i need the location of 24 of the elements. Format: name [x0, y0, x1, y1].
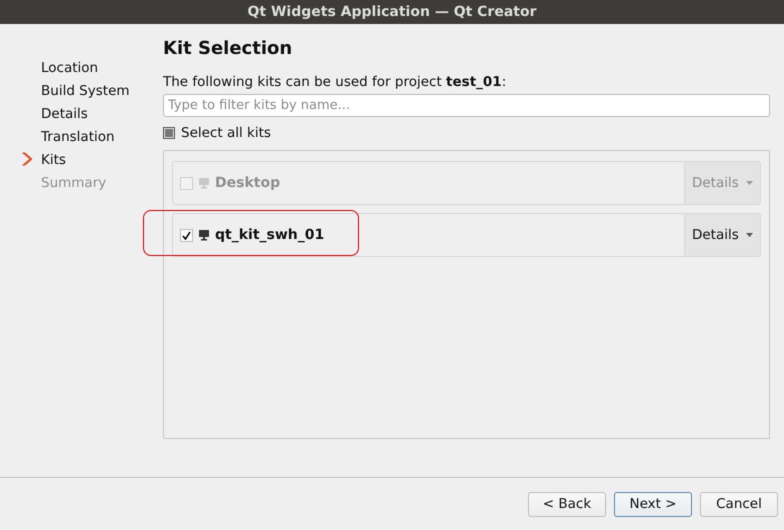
- window-title: Qt Widgets Application — Qt Creator: [248, 4, 536, 20]
- checkbox-label: Select all kits: [181, 125, 271, 141]
- description-text: The following kits can be used for project test_01:: [163, 74, 508, 90]
- caret-icon: [746, 233, 754, 238]
- wizard-button[interactable]: Cancel: [700, 492, 778, 516]
- monitor-icon: [198, 177, 210, 189]
- page-title: Kit Selection: [163, 38, 294, 61]
- filter-field[interactable]: Type to filter kits by name...: [163, 94, 770, 117]
- wizard-button[interactable]: Next >: [614, 492, 692, 516]
- checkbox[interactable]: [180, 228, 193, 242]
- wizard-step: Summary: [41, 174, 106, 190]
- kit-name: qt_kit_swh_01: [215, 227, 324, 243]
- wizard-step: Translation: [41, 128, 115, 144]
- wizard-button[interactable]: < Back: [528, 492, 606, 516]
- chevron-icon: [22, 152, 32, 166]
- wizard-step: Build System: [41, 82, 130, 98]
- wizard-step: Details: [41, 106, 88, 122]
- kit-name: Desktop: [215, 175, 280, 191]
- wizard-step: Kits: [41, 152, 66, 168]
- monitor-icon: [198, 229, 210, 241]
- checkbox[interactable]: [163, 127, 175, 139]
- caret-icon: [746, 181, 754, 186]
- details-button[interactable]: Details: [684, 214, 760, 256]
- wizard-step: Location: [41, 60, 98, 76]
